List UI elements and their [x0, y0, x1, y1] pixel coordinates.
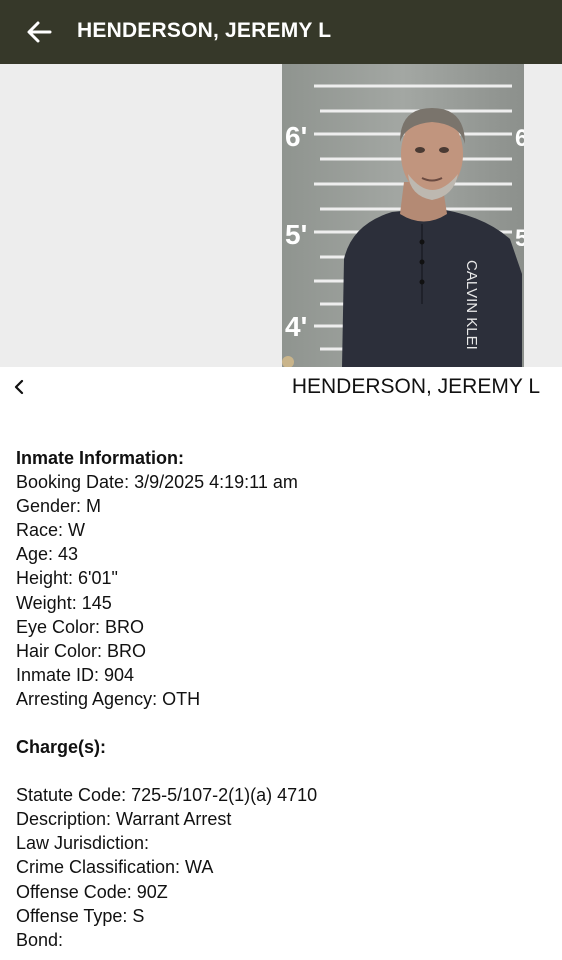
- inmate-info-heading: Inmate Information:: [16, 448, 185, 468]
- detail-header: HENDERSON, JEREMY L: [0, 367, 562, 407]
- offense-type: Offense Type: S: [16, 905, 145, 926]
- bond: Bond:: [16, 929, 64, 950]
- offense-code: Offense Code: 90Z: [16, 881, 168, 902]
- shirt-brand-text: CALVIN KLEI: [463, 260, 480, 350]
- height-mark-6: 6': [285, 121, 307, 152]
- height-mark-5-right: 5: [515, 225, 524, 252]
- height-mark-4: 4': [285, 311, 307, 342]
- charge-description: Description: Warrant Arrest: [16, 809, 232, 830]
- charges-heading: Charge(s):: [16, 737, 107, 758]
- eye-color: Eye Color: BRO: [16, 616, 145, 637]
- weight: Weight: 145: [16, 592, 112, 613]
- crime-classification: Crime Classification: WA: [16, 857, 214, 878]
- race: Race: W: [16, 520, 86, 541]
- back-button[interactable]: [24, 18, 54, 46]
- booking-date: Booking Date: 3/9/2025 4:19:11 am: [16, 472, 298, 493]
- inmate-details: Inmate Information: Booking Date: 3/9/20…: [16, 446, 546, 952]
- arrow-left-icon: [27, 21, 52, 43]
- gender: Gender: M: [16, 496, 102, 517]
- height: Height: 6'01": [16, 568, 118, 589]
- law-jurisdiction: Law Jurisdiction:: [16, 833, 150, 854]
- chevron-left-icon: [14, 379, 24, 395]
- inmate-id: Inmate ID: 904: [16, 664, 135, 685]
- arresting-agency: Arresting Agency: OTH: [16, 688, 201, 709]
- mugshot-photo: 6' 5' 4' 6 5 CALVIN KLEI: [282, 64, 524, 367]
- photo-area: 6' 5' 4' 6 5 CALVIN KLEI: [0, 64, 562, 367]
- app-bar: HENDERSON, JEREMY L: [0, 0, 562, 64]
- previous-button[interactable]: [8, 375, 32, 399]
- hair-color: Hair Color: BRO: [16, 640, 147, 661]
- detail-title: HENDERSON, JEREMY L: [291, 375, 540, 398]
- page-title: HENDERSON, JEREMY L: [77, 19, 332, 42]
- age: Age: 43: [16, 544, 79, 565]
- statute-code: Statute Code: 725-5/107-2(1)(a) 4710: [16, 785, 318, 806]
- height-mark-5: 5': [285, 219, 307, 250]
- height-mark-6-right: 6: [515, 125, 524, 152]
